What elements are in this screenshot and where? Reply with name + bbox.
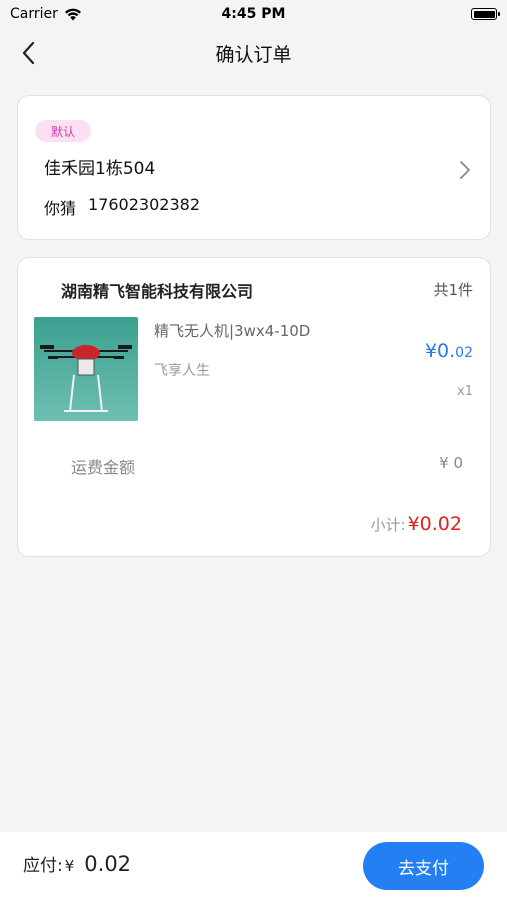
shipping-label: 运费金额 (71, 458, 136, 477)
recipient-name: 你猜 (44, 199, 77, 218)
status-bar: Carrier 4:45 PM (0, 0, 507, 28)
payable-label: 应付: (23, 856, 63, 876)
product-name: 精飞无人机|3wx4-10D (154, 322, 311, 340)
order-card: 湖南精飞智能科技有限公司 共1件 精飞无人机|3wx4-10D 飞享人生 ¥0.… (17, 257, 491, 557)
payable-value: 0.02 (84, 852, 132, 876)
item-count: 共1件 (433, 281, 473, 299)
drone-image (34, 317, 138, 421)
price-main: ¥0. (424, 340, 456, 362)
default-badge: 默认 (35, 120, 91, 142)
nav-bar: 确认订单 (0, 28, 507, 78)
shop-name: 湖南精飞智能科技有限公司 (61, 282, 254, 301)
pay-button[interactable]: 去支付 (363, 842, 484, 890)
subtotal-label: 小计: (370, 516, 406, 534)
recipient-phone: 17602302382 (88, 195, 200, 214)
subtotal-value: ¥0.02 (407, 513, 462, 535)
battery-icon (471, 8, 500, 20)
product-price: ¥0.02 (425, 340, 473, 362)
chevron-right-icon (460, 161, 470, 179)
bottom-bar: 应付: ¥ 0.02 去支付 (0, 832, 507, 900)
contact-info: 你猜 17602302382 (44, 195, 200, 219)
payable-amount: 应付: ¥ 0.02 (23, 851, 131, 876)
product-image[interactable] (34, 317, 138, 421)
address-line: 佳禾园1栋504 (44, 159, 156, 179)
address-card[interactable]: 默认 佳禾园1栋504 你猜 17602302382 (17, 95, 491, 240)
chevron-left-icon (22, 41, 35, 65)
product-subtitle: 飞享人生 (154, 363, 210, 379)
status-left: Carrier (10, 6, 82, 22)
wifi-icon (64, 8, 81, 20)
carrier-label: Carrier (10, 6, 58, 22)
back-button[interactable] (14, 39, 42, 67)
payable-currency: ¥ (64, 857, 75, 875)
product-quantity: x1 (457, 384, 473, 399)
subtotal: 小计: ¥0.02 (371, 513, 462, 535)
page-title: 确认订单 (215, 43, 292, 66)
shipping-value: ¥ 0 (439, 454, 463, 472)
price-decimal: 02 (455, 345, 473, 361)
